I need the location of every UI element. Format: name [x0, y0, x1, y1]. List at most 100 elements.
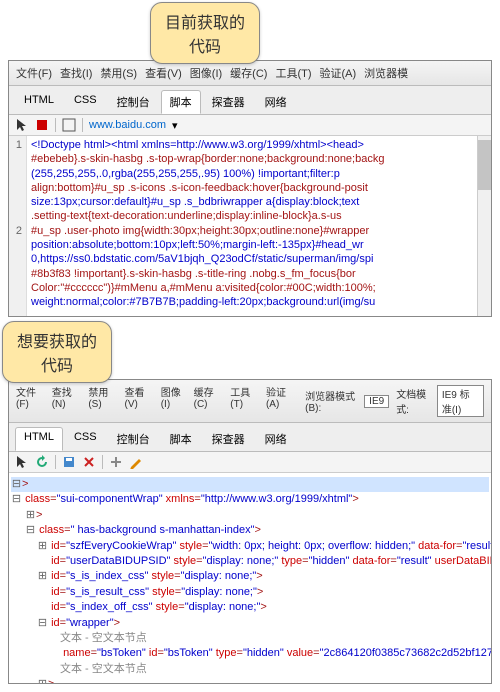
callout-wanted-code: 想要获取的代码 — [2, 321, 112, 383]
toolbar-bottom — [9, 452, 491, 473]
browser-mode-label: 浏览器模式(B): — [302, 386, 360, 416]
tree-node[interactable]: id="userDataBIDUPSID" style="display: no… — [11, 554, 489, 569]
code-area-top: 1 2 <!Doctype html><html xmlns=http://ww… — [9, 136, 491, 316]
chevron-down-icon[interactable]: ▾ — [172, 119, 178, 132]
menu-item[interactable]: 查找(I) — [57, 63, 95, 83]
code-line: #ebebeb}.s-skin-hasbg .s-top-wrap{border… — [31, 152, 473, 166]
menu-item[interactable]: 验证(A) — [317, 63, 360, 83]
tab-脚本[interactable]: 脚本 — [161, 90, 201, 114]
line-number: 2 — [13, 224, 22, 238]
pointer-icon[interactable] — [15, 118, 29, 132]
code-line: size:13px;cursor:default}#u_sp .s_bdbriw… — [31, 195, 473, 209]
line-gutter: 1 2 — [9, 136, 27, 316]
tree-node[interactable]: ⊞> — [11, 508, 489, 523]
tree-node[interactable]: name="bsToken" id="bsToken" type="hidden… — [11, 646, 489, 661]
tab-网络[interactable]: 网络 — [256, 427, 296, 451]
menu-item[interactable]: 工具(T) — [272, 63, 314, 83]
tab-html[interactable]: HTML — [15, 427, 63, 451]
tree-node[interactable]: ⊟ class=" has-background s-manhattan-ind… — [11, 523, 489, 538]
doc-mode-label: 文档模式: — [393, 384, 433, 418]
stop-icon[interactable] — [35, 118, 49, 132]
tab-探查器[interactable]: 探查器 — [203, 427, 254, 451]
tab-html[interactable]: HTML — [15, 90, 63, 114]
tree-node[interactable]: ⊟ class="sui-componentWrap" xmlns="http:… — [11, 492, 489, 507]
tab-控制台[interactable]: 控制台 — [108, 90, 159, 114]
code-line: align:bottom}#u_sp .s-icons .s-icon-feed… — [31, 181, 473, 195]
tab-网络[interactable]: 网络 — [256, 90, 296, 114]
tree-twisty[interactable]: ⊞ — [37, 677, 48, 683]
code-line: Color:"#cccccc")}#mMenu a,#mMenu a:visit… — [31, 281, 473, 295]
tab-css[interactable]: CSS — [65, 427, 106, 451]
script-url[interactable]: www.baidu.com — [89, 119, 166, 131]
tree-node[interactable]: ⊞ id="szfEveryCookieWrap" style="width: … — [11, 539, 489, 554]
save-icon[interactable] — [62, 455, 76, 469]
scroll-thumb[interactable] — [478, 140, 491, 190]
code-line: #u_sp .user-photo img{width:30px;height:… — [31, 224, 473, 238]
menu-item[interactable]: 验证(A) — [263, 382, 297, 420]
bottom-devtools-panel: 文件(F)查找(N)禁用(S)查看(V)图像(I)缓存(C)工具(T)验证(A)… — [8, 379, 492, 684]
menu-item[interactable]: 浏览器模 — [361, 63, 411, 83]
code-content[interactable]: <!Doctype html><html xmlns=http://www.w3… — [27, 136, 477, 316]
tab-css[interactable]: CSS — [65, 90, 106, 114]
menu-item[interactable]: 查找(N) — [49, 382, 84, 420]
dom-tree[interactable]: ⊟>⊟ class="sui-componentWrap" xmlns="htt… — [9, 473, 491, 683]
tree-node[interactable]: ⊞ id="s_is_index_css" style="display: no… — [11, 569, 489, 584]
code-line: (255,255,255,.0,rgba(255,255,255,.95) 10… — [31, 167, 473, 181]
tree-node[interactable]: ⊟ id="wrapper"> — [11, 616, 489, 631]
menu-item[interactable]: 缓存(C) — [227, 63, 270, 83]
menu-item[interactable]: 查看(V) — [142, 63, 185, 83]
menu-item[interactable]: 缓存(C) — [191, 382, 226, 420]
tree-twisty[interactable]: ⊞ — [37, 569, 48, 584]
toolbar-separator — [55, 118, 56, 132]
pointer-icon[interactable] — [15, 455, 29, 469]
plus-icon[interactable] — [109, 455, 123, 469]
tree-node[interactable]: ⊟> — [11, 477, 489, 492]
tabbar-top: HTMLCSS控制台脚本探查器网络 — [9, 86, 491, 115]
toolbar-separator — [82, 118, 83, 132]
code-line: weight:normal;color:#7B7B7B;padding-left… — [31, 295, 473, 309]
code-line: <!Doctype html><html xmlns=http://www.w3… — [31, 138, 473, 152]
tree-node[interactable]: ⊞> — [11, 677, 489, 683]
toolbar-top: www.baidu.com ▾ — [9, 115, 491, 136]
menu-item[interactable]: 工具(T) — [227, 382, 261, 420]
code-line: position:absolute;bottom:10px;left:50%;m… — [31, 238, 473, 252]
tab-脚本[interactable]: 脚本 — [161, 427, 201, 451]
tree-twisty[interactable]: ⊟ — [25, 523, 36, 538]
tree-twisty[interactable]: ⊟ — [37, 616, 48, 631]
toolbar-separator — [102, 455, 103, 469]
vertical-scrollbar[interactable] — [477, 136, 491, 316]
doc-mode-value[interactable]: IE9 标准(I) — [437, 385, 484, 417]
menu-item[interactable]: 禁用(S) — [97, 63, 140, 83]
edit-icon[interactable] — [129, 455, 143, 469]
menubar-bottom: 文件(F)查找(N)禁用(S)查看(V)图像(I)缓存(C)工具(T)验证(A)… — [9, 380, 491, 423]
menu-item[interactable]: 图像(I) — [158, 382, 189, 420]
tree-twisty[interactable]: ⊞ — [25, 508, 36, 523]
tree-twisty[interactable]: ⊟ — [11, 492, 22, 507]
menu-item[interactable]: 文件(F) — [13, 63, 55, 83]
tabbar-bottom: HTMLCSS控制台脚本探查器网络 — [9, 423, 491, 452]
tab-控制台[interactable]: 控制台 — [108, 427, 159, 451]
tree-twisty[interactable]: ⊞ — [37, 539, 48, 554]
menu-item[interactable]: 图像(I) — [187, 63, 225, 83]
menubar-top: 文件(F)查找(I)禁用(S)查看(V)图像(I)缓存(C)工具(T)验证(A)… — [9, 61, 491, 86]
toolbar-separator — [55, 455, 56, 469]
line-number: 1 — [13, 138, 22, 152]
close-icon[interactable] — [82, 455, 96, 469]
code-line: #8b3f83 !important}.s-skin-hasbg .s-titl… — [31, 267, 473, 281]
callout-current-code: 目前获取的代码 — [150, 2, 260, 64]
menu-item[interactable]: 禁用(S) — [85, 382, 119, 420]
expand-icon[interactable] — [62, 118, 76, 132]
code-line: 0,https://ss0.bdstatic.com/5aV1bjqh_Q23o… — [31, 252, 473, 266]
menu-item[interactable]: 查看(V) — [122, 382, 156, 420]
code-line: .setting-text{text-decoration:underline;… — [31, 209, 473, 223]
tab-探查器[interactable]: 探查器 — [203, 90, 254, 114]
tree-twisty[interactable]: ⊟ — [11, 477, 22, 492]
browser-mode-value[interactable]: IE9 — [364, 395, 389, 408]
tree-node[interactable]: id="s_is_result_css" style="display: non… — [11, 585, 489, 600]
refresh-icon[interactable] — [35, 455, 49, 469]
top-devtools-panel: 文件(F)查找(I)禁用(S)查看(V)图像(I)缓存(C)工具(T)验证(A)… — [8, 60, 492, 317]
tree-comment[interactable]: 文本 - 空文本节点 — [11, 631, 489, 646]
tree-comment[interactable]: 文本 - 空文本节点 — [11, 662, 489, 677]
menu-item[interactable]: 文件(F) — [13, 382, 47, 420]
tree-node[interactable]: id="s_index_off_css" style="display: non… — [11, 600, 489, 615]
